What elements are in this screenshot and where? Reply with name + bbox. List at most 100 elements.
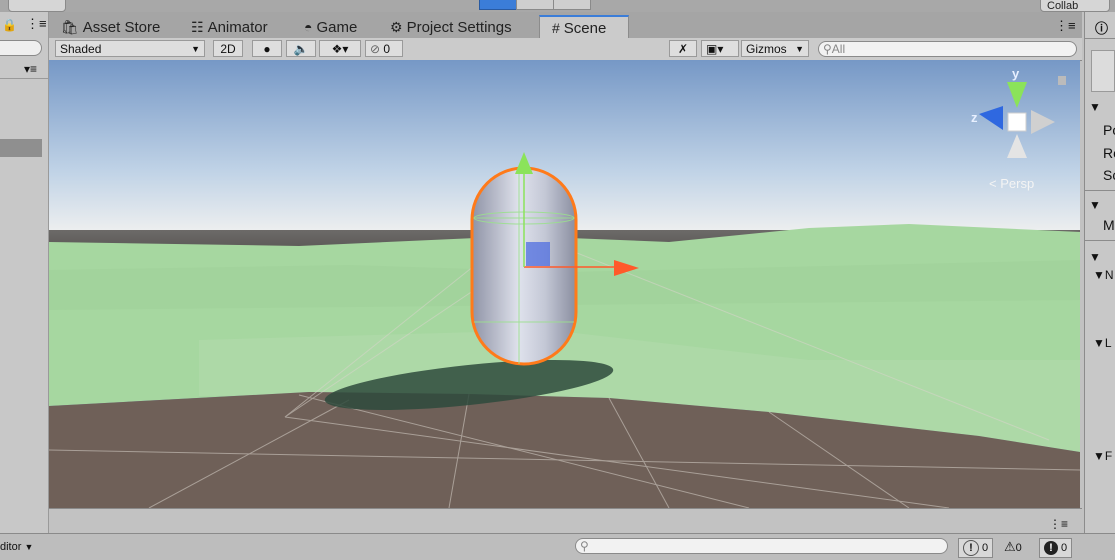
tab-label: Game [316,19,358,36]
chevron-left-icon: < [989,176,1001,191]
divider [0,78,48,79]
tab-label: Scene [563,20,607,37]
log-warnings-toggle[interactable]: ⚠0 [1000,538,1026,556]
effects-icon: ❖▾ [331,42,349,56]
tools-toggle-button[interactable]: ✗ [669,40,697,57]
chevron-down-icon: ▼ [795,44,804,54]
materials-label: N [1104,268,1114,282]
editor-label: ditor [0,541,22,553]
gizmos-dropdown[interactable]: Gizmos ▼ [741,40,809,57]
divider [1085,240,1115,241]
rotation-label: Ro [1103,145,1115,161]
tools-icon: ✗ [677,42,689,56]
top-toolbar-strip: Collab [0,0,1115,12]
editor-dropdown[interactable]: ditor ▼ [0,538,33,556]
scale-label: Sc [1103,167,1115,183]
hidden-count: 0 [383,42,391,56]
play-button[interactable] [479,0,517,10]
lighting-label: L [1104,336,1112,350]
search-icon: ⚲ [823,42,832,56]
scene-visibility-toggle[interactable]: ⊘ 0 [365,40,403,57]
game-icon: ◓ [304,19,313,35]
effects-dropdown[interactable]: ❖▾ [319,40,361,57]
hierarchy-search-input[interactable] [0,40,42,56]
account-dropdown[interactable] [8,0,66,12]
error-icon: ! [1044,541,1058,556]
tab-asset-store[interactable]: 🛍 Asset Store [61,16,160,38]
axis-z-label: z [971,110,978,125]
log-messages-toggle[interactable]: ! 0 [958,538,994,558]
animator-icon: ☷ [191,19,204,35]
lighting-foldout[interactable]: ▼L [1093,336,1115,350]
hierarchy-panel: 🔒 ⋮≡ ▾≡ [0,12,49,533]
search-icon: ⚲ [580,539,589,553]
tab-game[interactable]: ◓ Game [304,16,357,38]
lighting-toggle-button[interactable]: ● [252,40,282,57]
materials-foldout[interactable]: ▼N [1093,268,1115,282]
inspector-panel: ⓘ ▼ Po Ro Sc ▼ M ▼ ▼N ▼L ▼F [1084,12,1115,533]
panel-menu-icon[interactable]: ⋮≡ [26,16,47,32]
scene-viewport[interactable]: y z < Persp [49,60,1080,508]
camera-dropdown[interactable]: ▣▾ [701,40,739,57]
errors-count: 0 [1061,542,1068,554]
2d-toggle-button[interactable]: 2D [213,40,243,57]
chevron-down-icon: ▼ [24,542,34,552]
audio-toggle-button[interactable]: 🔈 [286,40,316,57]
chevron-down-icon: ▼ [191,44,200,54]
tab-label: Asset Store [82,19,161,36]
probes-foldout[interactable]: ▼F [1093,449,1115,463]
editor-tabs-bar: 🛍 Asset Store ☷ Animator ◓ Game ⚙ Project Se… [49,12,1082,39]
projection-label: Persp [1000,176,1035,191]
tab-menu-icon[interactable]: ⋮≡ [1055,18,1076,34]
grid-icon: # [552,20,560,36]
tab-animator[interactable]: ☷ Animator [191,16,268,38]
renderer-foldout[interactable]: ▼ [1089,250,1115,264]
warnings-count: 0 [1015,542,1022,554]
console-search-input[interactable]: ⚲ [575,538,948,554]
transform-foldout[interactable]: ▼ [1089,100,1115,114]
plane-handle-xz[interactable] [526,242,550,266]
lower-panel: ⋮≡ [49,508,1082,534]
messages-count: 0 [982,542,989,554]
search-placeholder: All [831,42,846,56]
speaker-icon: 🔈 [293,42,309,56]
shading-mode-dropdown[interactable]: Shaded ▼ [55,40,205,57]
hierarchy-selected-row[interactable] [0,139,42,157]
info-circle-icon: ! [963,540,979,557]
scene-toolbar: Shaded ▼ 2D ● 🔈 ❖▾ ⊘ 0 ✗ ▣▾ Gizmos ▼ ⚲Al… [49,38,1082,61]
camera-icon: ▣▾ [706,42,724,56]
object-preview-icon[interactable] [1091,50,1115,92]
panel-options-icon[interactable]: ▾≡ [24,62,37,76]
mesh-filter-foldout[interactable]: ▼ [1089,198,1115,212]
tab-label: Animator [207,19,268,36]
probes-label: F [1104,449,1113,463]
log-errors-toggle[interactable]: ! 0 [1039,538,1073,558]
axis-y-label: y [1012,66,1020,81]
collab-label: Collab [1047,0,1079,12]
step-button[interactable] [553,0,591,10]
projection-toggle[interactable]: < Persp [989,176,1034,191]
2d-label: 2D [220,42,236,56]
collab-button[interactable]: Collab [1040,0,1110,12]
lightbulb-icon: ● [263,42,271,56]
pause-button[interactable] [516,0,554,10]
lock-icon[interactable]: 🔒 [2,18,17,32]
console-toolbar: ditor ▼ ⚲ ! 0 ⚠0 ! 0 [0,533,1115,560]
divider [1085,190,1115,191]
scene-render [49,60,1080,508]
position-label: Po [1103,122,1115,138]
divider [1085,38,1115,39]
asset-store-icon: 🛍 [61,19,79,35]
warning-icon: ⚠ [1004,539,1016,554]
gear-icon: ⚙ [390,19,403,35]
info-icon[interactable]: ⓘ [1095,18,1115,37]
mesh-label: M [1103,217,1115,233]
scene-search-input[interactable]: ⚲All [818,41,1077,57]
tab-project-settings[interactable]: ⚙ Project Settings [390,16,512,38]
eye-hidden-icon: ⊘ [370,42,381,56]
panel-menu-icon[interactable]: ⋮≡ [1049,517,1068,531]
gizmos-label: Gizmos [746,42,787,56]
tab-label: Project Settings [406,19,512,36]
shading-mode-label: Shaded [60,42,102,56]
tab-scene[interactable]: # Scene [539,15,629,39]
